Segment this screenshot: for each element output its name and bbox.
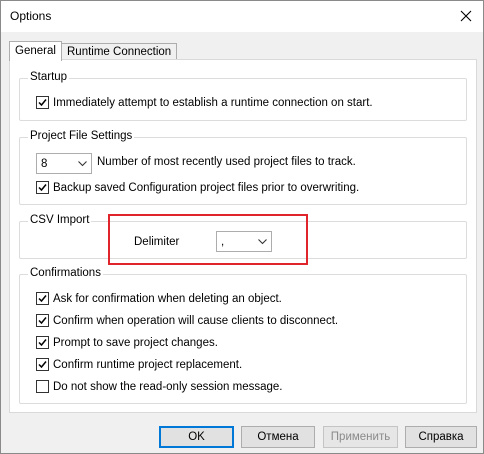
general-tab-panel: Startup Immediately attempt to establish… bbox=[9, 59, 477, 413]
checkbox-box bbox=[36, 96, 49, 109]
startup-group-title: Startup bbox=[28, 71, 70, 83]
checkbox-box bbox=[36, 358, 49, 371]
hide-readonly-message-checkbox[interactable]: Do not show the read-only session messag… bbox=[36, 380, 282, 393]
confirm-disconnect-checkbox[interactable]: Confirm when operation will cause client… bbox=[36, 314, 338, 327]
checkmark-icon bbox=[38, 184, 47, 192]
chevron-down-icon bbox=[74, 154, 91, 173]
auto-connect-label: Immediately attempt to establish a runti… bbox=[53, 96, 373, 109]
project-file-settings-group: Project File Settings 8 Number of most r… bbox=[19, 130, 467, 205]
startup-group: Startup Immediately attempt to establish… bbox=[19, 71, 467, 121]
confirmations-group: Confirmations Ask for confirmation when … bbox=[19, 267, 467, 404]
checkbox-box bbox=[36, 181, 49, 194]
apply-button[interactable]: Применить bbox=[323, 426, 398, 448]
delimiter-select[interactable]: , bbox=[216, 231, 272, 252]
close-icon bbox=[460, 10, 472, 22]
tab-general[interactable]: General bbox=[9, 41, 62, 61]
checkbox-box bbox=[36, 336, 49, 349]
checkmark-icon bbox=[38, 295, 47, 303]
checkmark-icon bbox=[38, 339, 47, 347]
recent-files-count-select[interactable]: 8 bbox=[36, 153, 92, 174]
csv-import-title: CSV Import bbox=[28, 214, 92, 226]
prompt-save-label: Prompt to save project changes. bbox=[53, 336, 218, 349]
ok-button[interactable]: OK bbox=[159, 426, 234, 448]
window-title: Options bbox=[10, 9, 52, 23]
confirm-delete-checkbox[interactable]: Ask for confirmation when deleting an ob… bbox=[36, 292, 282, 305]
checkmark-icon bbox=[38, 361, 47, 369]
confirm-delete-label: Ask for confirmation when deleting an ob… bbox=[53, 292, 282, 305]
backup-label: Backup saved Configuration project files… bbox=[53, 181, 360, 194]
checkbox-box bbox=[36, 292, 49, 305]
confirm-replace-label: Confirm runtime project replacement. bbox=[53, 358, 243, 371]
confirm-replace-checkbox[interactable]: Confirm runtime project replacement. bbox=[36, 358, 242, 371]
checkbox-box bbox=[36, 380, 49, 393]
confirmations-title: Confirmations bbox=[28, 267, 103, 279]
recent-files-count-value: 8 bbox=[41, 157, 48, 170]
checkmark-icon bbox=[38, 99, 47, 107]
backup-checkbox[interactable]: Backup saved Configuration project files… bbox=[36, 181, 359, 194]
csv-import-group: CSV Import Delimiter , bbox=[19, 214, 467, 259]
prompt-save-checkbox[interactable]: Prompt to save project changes. bbox=[36, 336, 218, 349]
confirm-disconnect-label: Confirm when operation will cause client… bbox=[53, 314, 339, 327]
recent-files-label: Number of most recently used project fil… bbox=[97, 156, 356, 168]
auto-connect-checkbox[interactable]: Immediately attempt to establish a runti… bbox=[36, 96, 373, 109]
options-dialog: Options General Runtime Connection Start… bbox=[0, 0, 484, 454]
hide-readonly-message-label: Do not show the read-only session messag… bbox=[53, 380, 283, 393]
delimiter-label: Delimiter bbox=[134, 236, 180, 248]
close-button[interactable] bbox=[457, 7, 475, 25]
chevron-down-icon bbox=[254, 232, 271, 251]
checkbox-box bbox=[36, 314, 49, 327]
help-button[interactable]: Справка bbox=[405, 426, 477, 448]
project-file-settings-title: Project File Settings bbox=[28, 130, 135, 142]
delimiter-value: , bbox=[221, 235, 225, 248]
checkmark-icon bbox=[38, 317, 47, 325]
title-bar: Options bbox=[1, 1, 483, 32]
cancel-button[interactable]: Отмена bbox=[241, 426, 315, 448]
